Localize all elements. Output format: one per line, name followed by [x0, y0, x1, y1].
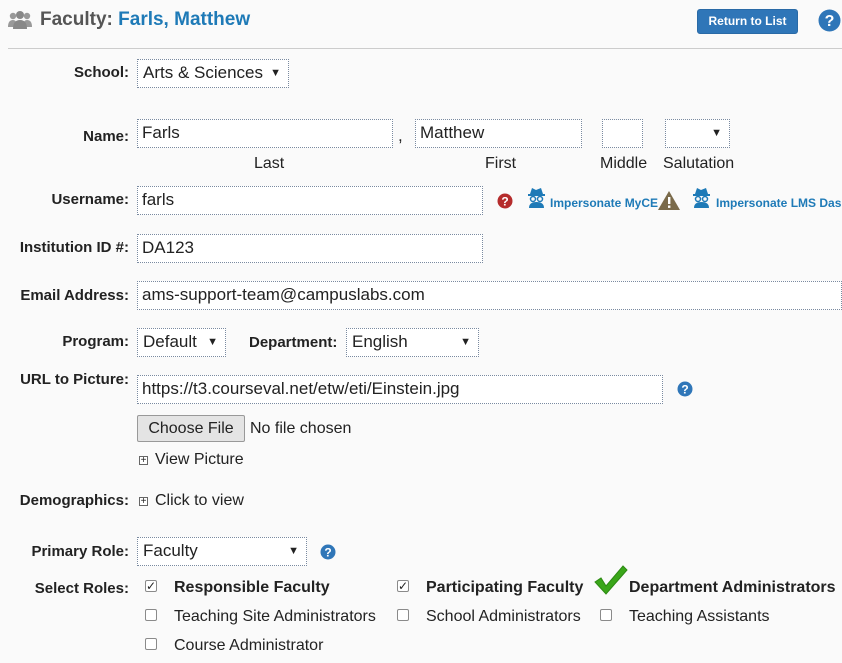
primary-role-select-value: Faculty	[143, 541, 198, 560]
help-icon[interactable]: ?	[818, 9, 841, 32]
school-select-value: Arts & Sciences	[143, 63, 263, 82]
primary-role-label: Primary Role:	[31, 543, 129, 560]
svg-text:?: ?	[681, 383, 688, 397]
middle-caption: Middle	[600, 155, 648, 172]
username-label: Username:	[51, 191, 129, 208]
first-caption: First	[485, 155, 517, 172]
last-name-input[interactable]: Farls	[137, 119, 393, 148]
expand-icon[interactable]: +	[139, 497, 148, 507]
impersonate-myce-link[interactable]: Impersonate MyCE	[550, 196, 658, 210]
expand-icon[interactable]: +	[139, 456, 148, 466]
url-to-picture-label: URL to Picture:	[20, 371, 129, 388]
role-label-participating-faculty: Participating Faculty	[426, 579, 584, 596]
chevron-down-icon: ▼	[270, 67, 281, 79]
program-label: Program:	[62, 333, 129, 350]
program-select[interactable]: Default ▼	[137, 328, 226, 357]
department-select-value: English	[352, 332, 408, 351]
role-checkbox-school-administrators[interactable]	[397, 609, 409, 621]
chevron-down-icon: ▼	[460, 336, 471, 348]
salutation-select[interactable]: ▼	[665, 119, 730, 148]
role-checkbox-course-administrator[interactable]	[145, 638, 157, 650]
help-icon[interactable]: ?	[320, 544, 336, 560]
demographics-label: Demographics:	[19, 492, 129, 509]
last-caption: Last	[254, 155, 285, 172]
role-label-course-administrator: Course Administrator	[174, 637, 324, 654]
name-comma: ,	[398, 126, 403, 145]
school-select[interactable]: Arts & Sciences ▼	[137, 59, 289, 88]
role-checkbox-participating-faculty[interactable]: ✓	[397, 580, 409, 592]
page-title: Faculty: Farls, Matthew	[40, 9, 250, 31]
email-label: Email Address:	[20, 287, 129, 304]
help-icon[interactable]: ?	[497, 193, 513, 209]
svg-text:?: ?	[825, 13, 835, 30]
first-name-input[interactable]: Matthew	[415, 119, 582, 148]
role-label-school-administrators: School Administrators	[426, 608, 581, 625]
school-label: School:	[74, 64, 129, 81]
demographics-toggle[interactable]: Click to view	[155, 492, 244, 510]
name-label: Name:	[83, 128, 129, 145]
picture-url-input[interactable]: https://t3.courseval.net/etw/eti/Einstei…	[137, 375, 663, 404]
svg-text:?: ?	[324, 546, 331, 560]
chevron-down-icon: ▼	[288, 545, 299, 557]
no-file-chosen-text: No file chosen	[250, 420, 352, 437]
title-prefix: Faculty:	[40, 9, 113, 30]
impersonate-lms-link[interactable]: Impersonate LMS Dashb	[716, 196, 842, 210]
role-label-teaching-assistants: Teaching Assistants	[629, 608, 770, 625]
role-label-responsible-faculty: Responsible Faculty	[174, 579, 330, 596]
incognito-icon[interactable]	[527, 186, 546, 208]
institution-id-input[interactable]: DA123	[137, 234, 483, 263]
role-checkbox-teaching-site-administrators[interactable]	[145, 609, 157, 621]
incognito-icon[interactable]	[692, 186, 711, 208]
users-icon	[8, 11, 32, 29]
department-select[interactable]: English ▼	[346, 328, 479, 357]
header-divider	[8, 48, 842, 49]
institution-id-label: Institution ID #:	[19, 239, 129, 256]
chevron-down-icon: ▼	[711, 127, 722, 139]
department-administrators-check-icon[interactable]	[592, 563, 628, 597]
program-select-value: Default	[143, 332, 197, 351]
chevron-down-icon: ▼	[207, 336, 218, 348]
return-to-list-button[interactable]: Return to List	[697, 9, 798, 34]
username-input[interactable]: farls	[137, 186, 483, 215]
role-checkbox-teaching-assistants[interactable]	[600, 609, 612, 621]
role-label-department-administrators: Department Administrators	[629, 579, 836, 596]
role-label-teaching-site-administrators: Teaching Site Administrators	[174, 608, 376, 625]
middle-name-input[interactable]	[602, 119, 643, 148]
faculty-name-title: Farls, Matthew	[118, 9, 251, 30]
role-checkbox-responsible-faculty[interactable]: ✓	[145, 580, 157, 592]
warning-icon	[658, 191, 680, 210]
primary-role-select[interactable]: Faculty ▼	[137, 537, 307, 566]
svg-text:?: ?	[501, 195, 508, 209]
help-icon[interactable]: ?	[677, 381, 693, 397]
select-roles-label: Select Roles:	[34, 580, 129, 597]
email-input[interactable]: ams-support-team@campuslabs.com	[137, 281, 842, 310]
view-picture-link[interactable]: View Picture	[155, 451, 244, 469]
choose-file-button[interactable]: Choose File	[137, 415, 245, 442]
department-label: Department:	[249, 334, 338, 351]
salutation-caption: Salutation	[663, 155, 735, 172]
